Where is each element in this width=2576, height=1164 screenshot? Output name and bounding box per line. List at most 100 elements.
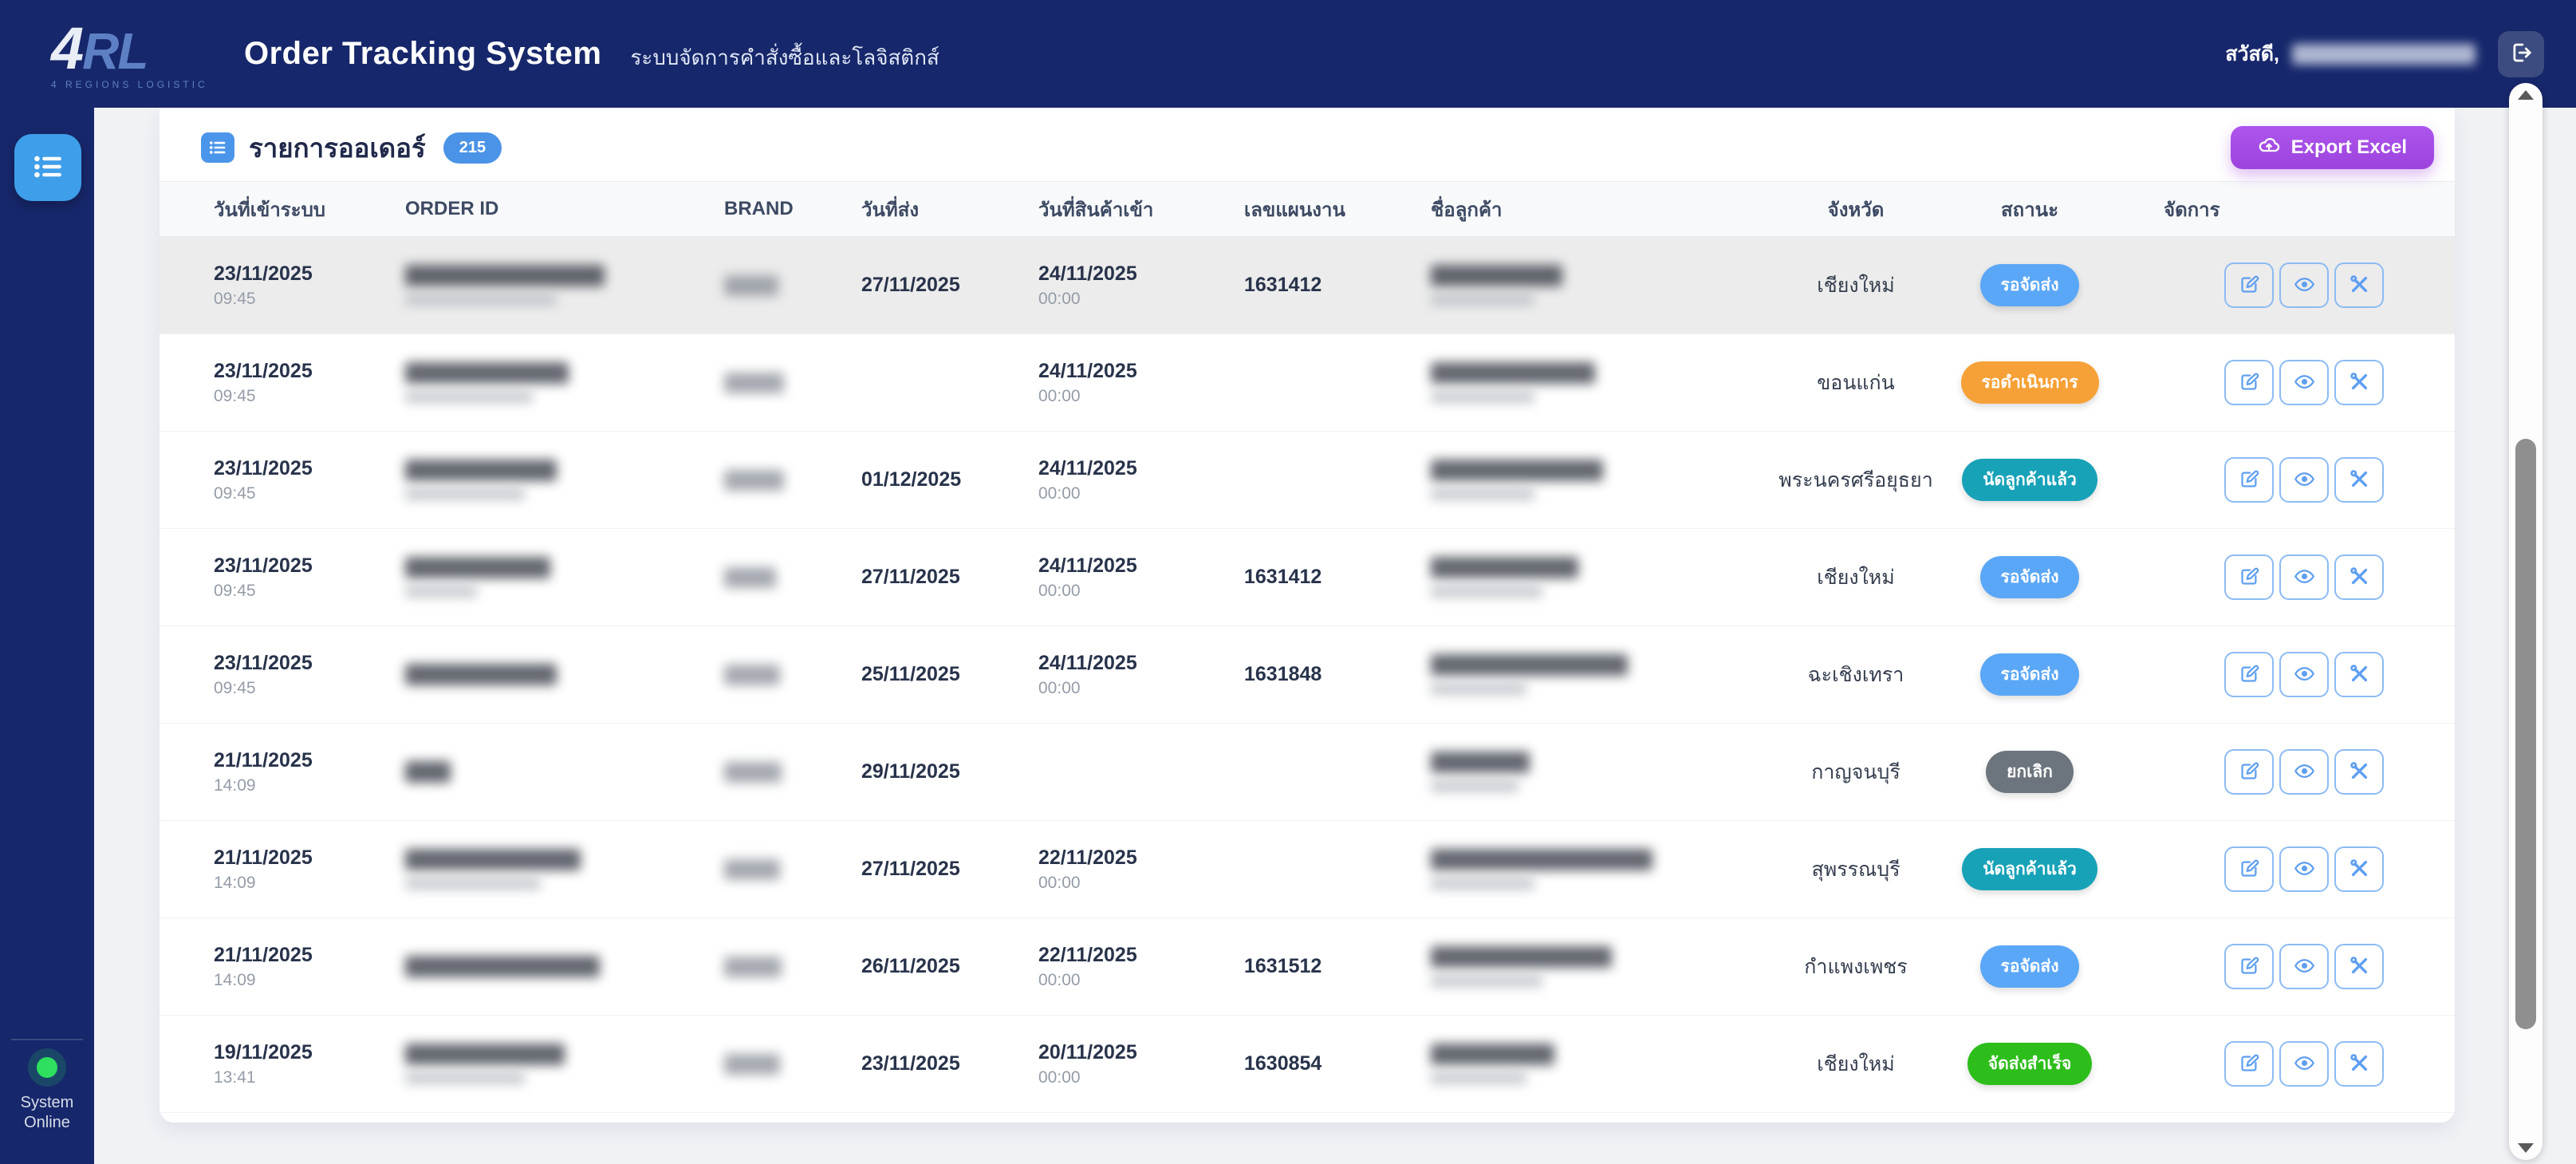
page-subtitle: ระบบจัดการคำสั่งซื้อและโลจิสติกส์ xyxy=(630,45,939,69)
greeting-text: สวัสดี, xyxy=(2225,42,2279,65)
status-badge: รอจัดส่ง xyxy=(1979,264,2080,306)
column-header-arrive-date: วันที่สินค้าเข้า xyxy=(1038,199,1154,221)
tools-button[interactable] xyxy=(2334,360,2384,405)
order-id-cell xyxy=(405,265,724,306)
edit-pencil-icon xyxy=(2239,663,2260,687)
status-badge: จัดส่งสำเร็จ xyxy=(1967,1043,2093,1085)
view-button[interactable] xyxy=(2279,554,2329,600)
edit-button[interactable] xyxy=(2224,457,2274,503)
customer-phone-redacted xyxy=(1431,878,1534,890)
entry-date-cell: 23/11/2025 09:45 xyxy=(214,262,313,308)
sidebar-divider xyxy=(11,1039,83,1040)
ship-date-cell: 25/11/2025 xyxy=(861,663,960,685)
actions-cell xyxy=(2113,262,2423,308)
edit-button[interactable] xyxy=(2224,1041,2274,1087)
tools-button[interactable] xyxy=(2334,554,2384,600)
vertical-scrollbar[interactable] xyxy=(2509,83,2543,1160)
edit-button[interactable] xyxy=(2224,652,2274,697)
scroll-up-arrow-icon[interactable] xyxy=(2518,90,2534,100)
view-button[interactable] xyxy=(2279,1041,2329,1087)
arrive-date-cell: 24/11/2025 00:00 xyxy=(1038,554,1137,600)
view-button[interactable] xyxy=(2279,652,2329,697)
plan-number-cell: 1631848 xyxy=(1244,663,1322,685)
column-header-province: จังหวัด xyxy=(1827,199,1885,221)
order-id-redacted-line2 xyxy=(405,586,477,598)
brand-redacted xyxy=(724,761,782,783)
tools-button[interactable] xyxy=(2334,749,2384,795)
online-status-ring xyxy=(28,1048,66,1087)
brand-cell xyxy=(724,1053,861,1075)
eye-icon xyxy=(2294,760,2315,784)
brand-redacted xyxy=(724,274,778,296)
view-button[interactable] xyxy=(2279,262,2329,308)
tools-wrench-icon xyxy=(2349,274,2370,298)
table-row: 23/11/2025 09:45 24/11/2025 00:00 ขอนแก่… xyxy=(160,334,2455,432)
tools-button[interactable] xyxy=(2334,457,2384,503)
order-id-cell xyxy=(405,460,724,500)
customer-phone-redacted xyxy=(1431,683,1526,695)
status-cell: รอจัดส่ง xyxy=(1946,945,2113,988)
customer-name-redacted xyxy=(1431,946,1612,968)
plan-number-cell: 1631512 xyxy=(1244,955,1322,977)
edit-button[interactable] xyxy=(2224,749,2274,795)
scroll-down-arrow-icon[interactable] xyxy=(2518,1143,2534,1153)
customer-phone-redacted xyxy=(1431,391,1534,403)
export-excel-button[interactable]: Export Excel xyxy=(2230,126,2434,169)
view-button[interactable] xyxy=(2279,846,2329,892)
table-row: 23/11/2025 09:45 01/12/2025 24/11/2025 0… xyxy=(160,432,2455,529)
table-row: 23/11/2025 09:45 27/11/2025 24/11/2025 0… xyxy=(160,237,2455,334)
column-header-plan-number: เลขแผนงาน xyxy=(1244,199,1345,221)
eye-icon xyxy=(2294,858,2315,882)
entry-date-cell: 23/11/2025 09:45 xyxy=(214,554,313,600)
tools-button[interactable] xyxy=(2334,944,2384,989)
tools-wrench-icon xyxy=(2349,955,2370,979)
edit-pencil-icon xyxy=(2239,858,2260,882)
brand-redacted xyxy=(724,858,780,880)
view-button[interactable] xyxy=(2279,749,2329,795)
tools-wrench-icon xyxy=(2349,371,2370,395)
scrollbar-thumb[interactable] xyxy=(2515,439,2536,1029)
sidebar-menu-button[interactable] xyxy=(14,134,81,201)
edit-pencil-icon xyxy=(2239,468,2260,492)
logout-button[interactable] xyxy=(2498,30,2544,77)
edit-pencil-icon xyxy=(2239,274,2260,298)
status-cell: นัดลูกค้าแล้ว xyxy=(1946,459,2113,501)
table-header-row: วันที่เข้าระบบ ORDER ID BRAND วันที่ส่ง … xyxy=(160,181,2455,237)
view-button[interactable] xyxy=(2279,360,2329,405)
page-title: Order Tracking System xyxy=(244,36,602,71)
edit-button[interactable] xyxy=(2224,262,2274,308)
status-cell: นัดลูกค้าแล้ว xyxy=(1946,848,2113,890)
status-cell: รอจัดส่ง xyxy=(1946,264,2113,306)
brand-cell xyxy=(724,372,861,393)
tools-wrench-icon xyxy=(2349,760,2370,784)
tools-button[interactable] xyxy=(2334,846,2384,892)
view-button[interactable] xyxy=(2279,944,2329,989)
entry-date-cell: 19/11/2025 13:41 xyxy=(214,1040,313,1087)
edit-pencil-icon xyxy=(2239,760,2260,784)
edit-button[interactable] xyxy=(2224,554,2274,600)
order-id-cell xyxy=(405,664,724,685)
entry-date-cell: 23/11/2025 09:45 xyxy=(214,651,313,697)
arrive-date-cell: 24/11/2025 00:00 xyxy=(1038,262,1137,308)
province-cell: ฉะเชิงเทรา xyxy=(1807,663,1904,686)
tools-button[interactable] xyxy=(2334,1041,2384,1087)
edit-button[interactable] xyxy=(2224,360,2274,405)
eye-icon xyxy=(2294,566,2315,590)
edit-button[interactable] xyxy=(2224,944,2274,989)
view-button[interactable] xyxy=(2279,457,2329,503)
top-bar: 4RL 4 REGIONS LOGISTIC Order Tracking Sy… xyxy=(0,0,2576,108)
entry-date-cell: 21/11/2025 14:09 xyxy=(214,846,313,892)
tools-button[interactable] xyxy=(2334,262,2384,308)
edit-button[interactable] xyxy=(2224,846,2274,892)
order-id-cell xyxy=(405,557,724,598)
panel-title: รายการออเดอร์ xyxy=(249,132,426,163)
column-header-customer: ชื่อลูกค้า xyxy=(1431,199,1503,221)
ship-date-cell: 29/11/2025 xyxy=(861,760,960,783)
customer-name-redacted xyxy=(1431,265,1562,286)
table-row: 23/11/2025 09:45 25/11/2025 24/11/2025 0… xyxy=(160,626,2455,724)
brand-cell xyxy=(724,566,861,588)
ship-date-cell: 27/11/2025 xyxy=(861,274,960,296)
order-id-cell xyxy=(405,956,724,977)
tools-button[interactable] xyxy=(2334,652,2384,697)
column-header-ship-date: วันที่ส่ง xyxy=(861,199,920,221)
